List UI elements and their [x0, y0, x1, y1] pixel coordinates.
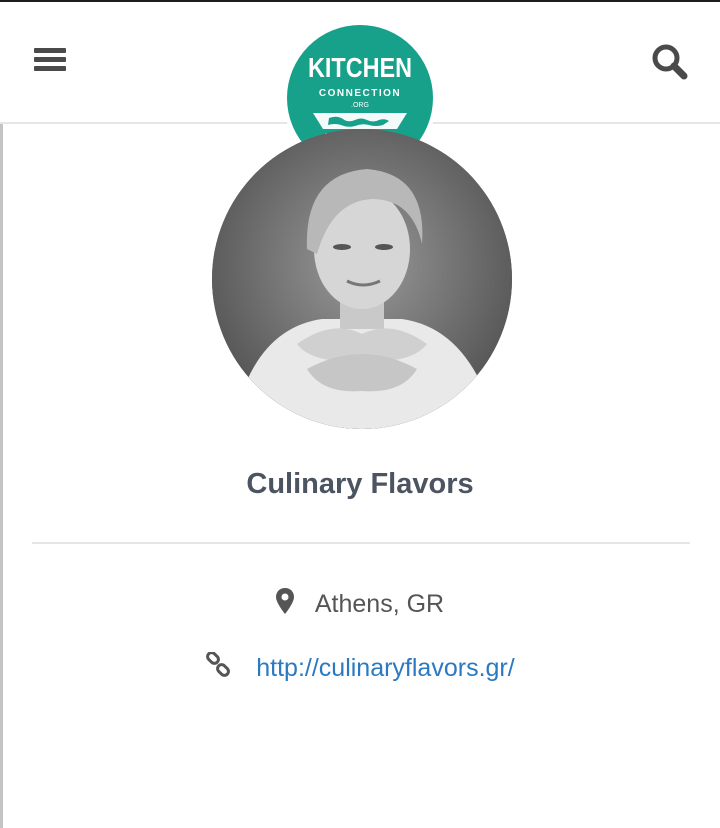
location-text: Athens, GR	[314, 590, 445, 618]
location-row: Athens, GR	[0, 588, 720, 621]
website-row: http://culinaryflavors.gr/	[0, 651, 720, 685]
hamburger-menu-button[interactable]	[34, 46, 68, 76]
menu-bar	[34, 48, 66, 53]
logo-text-line3: .ORG	[351, 102, 369, 109]
link-icon	[205, 651, 231, 685]
profile-name: Culinary Flavors	[246, 468, 474, 500]
divider	[32, 542, 690, 544]
menu-bar	[34, 57, 66, 62]
profile-photo	[212, 129, 512, 429]
website-link[interactable]: http://culinaryflavors.gr/	[256, 654, 514, 682]
map-pin-icon	[275, 588, 294, 621]
profile-avatar	[212, 129, 512, 429]
search-button[interactable]	[650, 42, 690, 82]
menu-bar	[34, 66, 66, 71]
logo-text-line1: KITCHEN	[308, 52, 412, 83]
search-icon	[652, 44, 688, 80]
logo-text-line2: CONNECTION	[319, 88, 401, 99]
